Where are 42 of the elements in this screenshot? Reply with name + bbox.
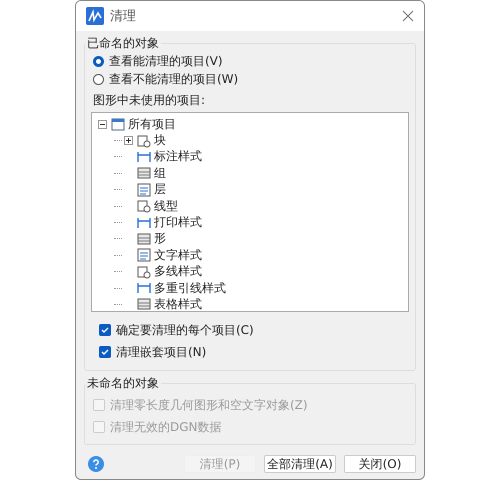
dialog-button[interactable]: 关闭(O): [344, 455, 416, 473]
drawing-icon: [110, 116, 126, 132]
item-icon: [136, 230, 152, 247]
checkmark-icon: [100, 325, 110, 335]
tree-item[interactable]: 打印样式: [154, 214, 202, 232]
group-label: 未命名的对象: [86, 375, 160, 392]
tree-label: 图形中未使用的项目:: [93, 92, 206, 109]
close-icon[interactable]: [402, 10, 414, 22]
window-title: 清理: [110, 8, 137, 25]
checkmark-icon: [100, 347, 110, 357]
app-logo-icon: [86, 7, 104, 25]
radio-button[interactable]: [93, 74, 104, 84]
item-icon: [136, 182, 152, 198]
tree-item[interactable]: 形: [154, 230, 166, 248]
checkbox[interactable]: [99, 324, 111, 336]
radio-button[interactable]: [93, 56, 104, 66]
tree-item[interactable]: 块: [154, 132, 166, 150]
tree-item[interactable]: 多重引线样式: [154, 280, 226, 297]
dialog-button[interactable]: 全部清理(A): [264, 455, 336, 473]
tree-item[interactable]: 线型: [154, 198, 178, 215]
tree-item[interactable]: 层: [154, 181, 166, 198]
tree-item[interactable]: 文字样式: [154, 246, 202, 264]
group-label: 已命名的对象: [86, 35, 160, 52]
checkbox-label[interactable]: 清理嵌套项目(N): [116, 344, 206, 360]
checkbox[interactable]: [99, 346, 111, 358]
tree-item[interactable]: 所有项目: [128, 116, 176, 133]
checkbox-label[interactable]: 确定要清理的每个项目(C): [116, 322, 254, 338]
item-icon: [136, 264, 152, 280]
expand-toggle-icon[interactable]: [124, 136, 134, 146]
radio-label[interactable]: 查看能清理的项目(V): [109, 52, 223, 70]
item-icon: [136, 165, 152, 182]
radio-label[interactable]: 查看不能清理的项目(W): [109, 70, 238, 88]
help-icon[interactable]: [88, 456, 104, 472]
tree-item[interactable]: 表格样式: [154, 296, 202, 313]
item-icon: [136, 198, 152, 214]
tree-item[interactable]: 标注样式: [154, 148, 202, 166]
item-icon: [136, 132, 152, 149]
tree-item[interactable]: 多线样式: [154, 263, 202, 280]
item-icon: [136, 247, 152, 264]
tree-item[interactable]: 组: [154, 164, 166, 182]
collapse-toggle-icon[interactable]: [98, 120, 108, 129]
item-icon: [136, 296, 152, 312]
